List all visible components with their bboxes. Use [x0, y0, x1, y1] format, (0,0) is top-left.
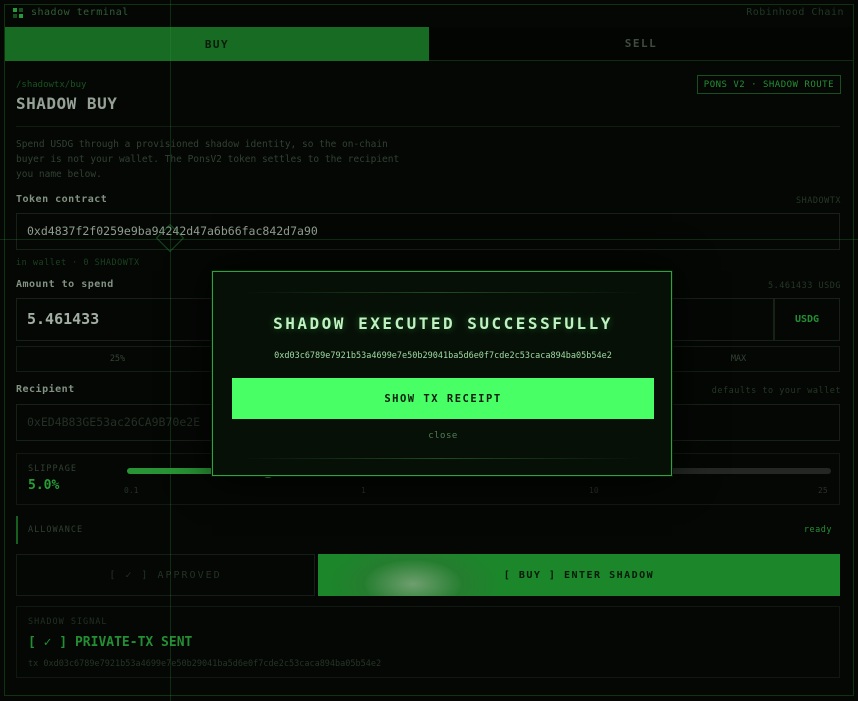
slippage-tick-1: 1: [361, 486, 366, 495]
page-title: SHADOW BUY: [16, 94, 118, 113]
shadow-signal-panel: SHADOW SIGNAL [ ✓ ] PRIVATE-TX SENT tx 0…: [16, 606, 840, 678]
preset-25-button[interactable]: 25%: [16, 346, 219, 372]
close-button[interactable]: close: [213, 431, 673, 441]
crosshair-horizontal: [0, 239, 858, 240]
recipient-label: Recipient: [16, 384, 75, 395]
show-tx-receipt-button[interactable]: SHOW TX RECEIPT: [232, 378, 654, 419]
slippage-tick-10: 10: [589, 486, 599, 495]
route-badge: PONS V2 · SHADOW ROUTE: [696, 75, 841, 94]
buy-enter-shadow-button[interactable]: [ BUY ] ENTER SHADOW: [318, 554, 840, 596]
token-symbol-hint: SHADOWTX: [796, 196, 841, 206]
tab-buy[interactable]: BUY: [5, 27, 429, 61]
slippage-tick-min: 0.1: [124, 486, 139, 495]
allowance-status: ready: [803, 525, 832, 535]
description: Spend USDG through a provisioned shadow …: [16, 139, 400, 180]
recipient-placeholder: 0xED4B83GE53ac26CA9B70e2E: [27, 415, 201, 429]
amount-label: Amount to spend: [16, 279, 114, 290]
slippage-tick-max: 25: [818, 486, 828, 495]
modal-divider-bottom: [243, 458, 641, 459]
signal-status: [ ✓ ] PRIVATE-TX SENT: [28, 635, 193, 650]
modal-title: SHADOW EXECUTED SUCCESSFULLY: [273, 314, 613, 333]
divider: [16, 126, 840, 127]
token-contract-label: Token contract: [16, 194, 108, 205]
approved-button[interactable]: [ ✓ ] APPROVED: [16, 554, 315, 596]
tab-sell[interactable]: SELL: [429, 27, 853, 61]
logo-icon: [13, 8, 23, 18]
allowance-row: ALLOWANCE ready: [16, 516, 840, 544]
allowance-label: ALLOWANCE: [28, 525, 84, 535]
recipient-hint: defaults to your wallet: [711, 386, 841, 396]
currency-selector[interactable]: USDG: [774, 298, 840, 341]
usdg-balance: 5.461433 USDG: [767, 281, 841, 291]
slippage-value: 5.0%: [28, 478, 60, 493]
modal-tx-hash: 0xd03c6789e7921b53a4699e7e50b29041ba5d6e…: [274, 351, 612, 361]
modal-divider-top: [243, 292, 641, 293]
signal-label: SHADOW SIGNAL: [28, 617, 108, 627]
crosshair-vertical: [170, 0, 171, 701]
chain-label: Robinhood Chain: [746, 7, 844, 18]
success-modal: SHADOW EXECUTED SUCCESSFULLY 0xd03c6789e…: [212, 271, 672, 476]
trade-tabs: BUY SELL: [5, 27, 853, 61]
token-contract-input[interactable]: 0xd4837f2f0259e9ba94242d47a6b66fac842d7a…: [16, 213, 840, 250]
app-title: shadow terminal: [31, 7, 129, 18]
amount-value: 5.461433: [27, 310, 100, 328]
top-bar: shadow terminal Robinhood Chain: [0, 0, 858, 26]
breadcrumb: /shadowtx/buy: [16, 80, 87, 90]
currency-label: USDG: [794, 314, 820, 325]
wallet-balance-info: in wallet · 0 SHADOWTX: [16, 258, 140, 268]
signal-tx-hash: tx 0xd03c6789e7921b53a4699e7e50b29041ba5…: [28, 659, 382, 669]
slippage-label: SLIPPAGE: [28, 464, 77, 474]
